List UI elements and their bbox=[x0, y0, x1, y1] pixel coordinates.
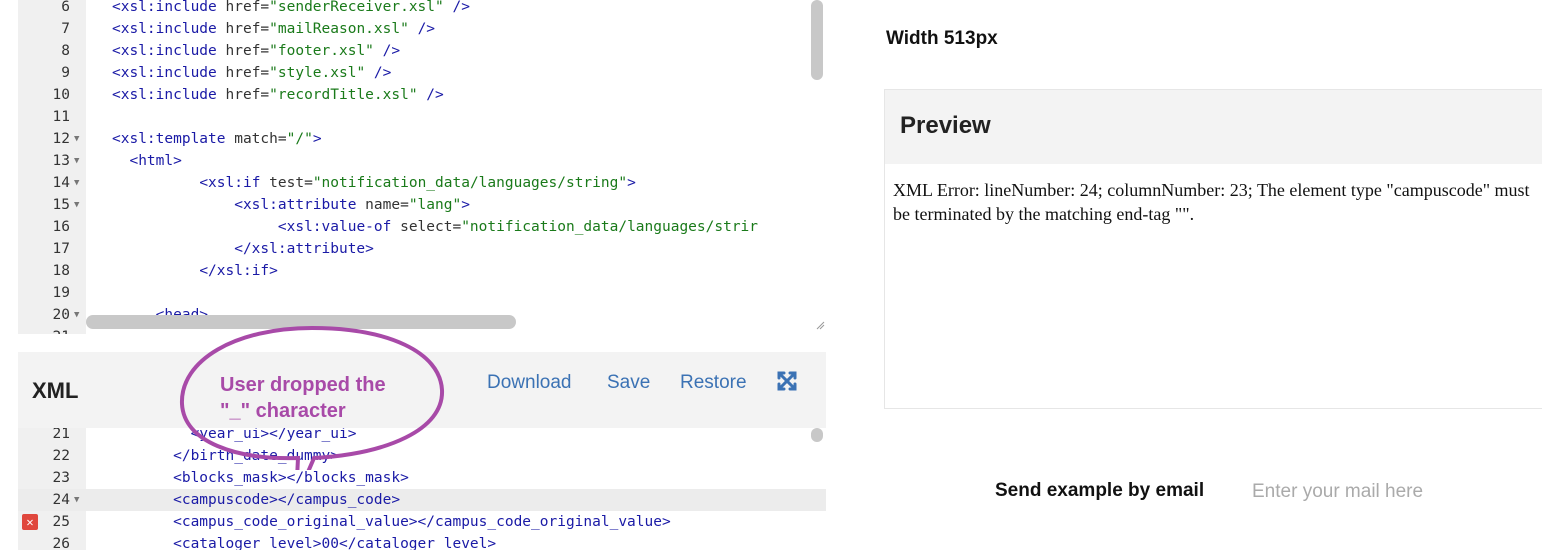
xsl-code-line: 7 <xsl:include href="mailReason.xsl" /> bbox=[18, 18, 808, 40]
code-text: <xsl:attribute name="lang"> bbox=[234, 197, 470, 213]
line-number: 20 bbox=[52, 307, 70, 323]
code-text: <xsl:include href="mailReason.xsl" /> bbox=[112, 21, 436, 37]
preview-error-message: XML Error: lineNumber: 24; columnNumber:… bbox=[893, 180, 1530, 224]
line-number: 21 bbox=[52, 428, 70, 442]
code-text: <blocks_mask></blocks_mask> bbox=[112, 470, 409, 486]
xml-panel-title: XML bbox=[32, 378, 79, 403]
code-text: </xsl:attribute> bbox=[234, 241, 374, 257]
fold-toggle-icon[interactable]: ▼ bbox=[74, 128, 79, 150]
download-button[interactable]: Download bbox=[487, 372, 572, 394]
line-number: 13 bbox=[52, 153, 70, 169]
line-number: 15 bbox=[52, 197, 70, 213]
xsl-code-line: 18 </xsl:if> bbox=[18, 260, 808, 282]
code-text: <xsl:value-of select="notification_data/… bbox=[277, 219, 759, 235]
code-text: <xsl:include href="style.xsl" /> bbox=[112, 65, 392, 81]
line-number: 6 bbox=[61, 0, 70, 15]
line-number: 25 bbox=[52, 514, 70, 530]
xsl-code-line: 8 <xsl:include href="footer.xsl" /> bbox=[18, 40, 808, 62]
annotation-text: User dropped the "_" character bbox=[218, 372, 418, 424]
email-input[interactable] bbox=[1252, 478, 1522, 506]
line-number: 9 bbox=[61, 65, 70, 81]
annotation-line-2: "_" character bbox=[220, 400, 346, 422]
fold-toggle-icon[interactable]: ▼ bbox=[74, 304, 79, 326]
code-text: <xsl:include href="footer.xsl" /> bbox=[112, 43, 401, 59]
save-button[interactable]: Save bbox=[607, 372, 650, 394]
line-number: 21 bbox=[18, 326, 70, 334]
line-number: 19 bbox=[52, 285, 70, 301]
line-number: 17 bbox=[52, 241, 70, 257]
fold-toggle-icon[interactable]: ▼ bbox=[74, 172, 79, 194]
xsl-code-editor[interactable]: 6 <xsl:include href="senderReceiver.xsl" … bbox=[18, 0, 826, 334]
preview-header: Preview bbox=[885, 90, 1542, 164]
line-number: 11 bbox=[52, 109, 70, 125]
preview-title: Preview bbox=[900, 112, 991, 139]
line-number: 12 bbox=[52, 131, 70, 147]
line-number: 7 bbox=[61, 21, 70, 37]
line-number: 24 bbox=[52, 492, 70, 508]
fold-toggle-icon[interactable]: ▼ bbox=[74, 326, 79, 334]
xsl-vertical-scrollbar[interactable] bbox=[811, 0, 823, 80]
code-text: <html> bbox=[129, 153, 182, 169]
line-number: 14 bbox=[52, 175, 70, 191]
xsl-code-line: 12 ▼ <xsl:template match="/"> bbox=[18, 128, 808, 150]
line-number: 10 bbox=[52, 87, 70, 103]
send-example-label: Send example by email bbox=[995, 480, 1205, 501]
code-text: <campuscode></campus_code> bbox=[112, 492, 401, 508]
xsl-code-line: 6 <xsl:include href="senderReceiver.xsl" … bbox=[18, 0, 808, 18]
xsl-code-line: 14 ▼ <xsl:if test="notification_data/lang… bbox=[18, 172, 808, 194]
fold-toggle-icon[interactable]: ▼ bbox=[74, 194, 79, 216]
code-text: <campus_code_original_value></campus_cod… bbox=[112, 514, 671, 530]
line-number: 23 bbox=[52, 470, 70, 486]
line-number: 18 bbox=[52, 263, 70, 279]
fullscreen-icon[interactable] bbox=[776, 370, 798, 392]
xsl-code-line: 19 bbox=[18, 282, 808, 304]
line-number: 16 bbox=[52, 219, 70, 235]
code-text: <cataloger_level>00</cataloger_level> bbox=[112, 536, 497, 550]
fold-toggle-icon[interactable]: ▼ bbox=[74, 489, 79, 511]
xsl-code-line: 16 <xsl:value-of select="notification_da… bbox=[18, 216, 808, 238]
code-text: <xsl:template match="/"> bbox=[112, 131, 322, 147]
code-text: <xsl:include href="senderReceiver.xsl" /… bbox=[112, 0, 470, 15]
xsl-code-line: 11 bbox=[18, 106, 808, 128]
width-label: Width 513px bbox=[886, 28, 998, 49]
line-number: 22 bbox=[52, 448, 70, 464]
xml-code-line: 25 <campus_code_original_value></campus_… bbox=[18, 511, 808, 533]
fold-toggle-icon[interactable]: ▼ bbox=[74, 150, 79, 172]
code-text: </xsl:if> bbox=[199, 263, 278, 279]
xsl-code-line: 15 ▼ <xsl:attribute name="lang"> bbox=[18, 194, 808, 216]
code-text: <xsl:include href="recordTitle.xsl" /> bbox=[112, 87, 444, 103]
code-text: <xsl:if test="notification_data/language… bbox=[199, 175, 636, 191]
xml-code-line: 23 <blocks_mask></blocks_mask> bbox=[18, 467, 808, 489]
xsl-code-line: 10 <xsl:include href="recordTitle.xsl" /> bbox=[18, 84, 808, 106]
xml-vertical-scrollbar[interactable] bbox=[811, 428, 823, 442]
resize-grip-icon[interactable] bbox=[815, 320, 825, 330]
xml-code-line: 26 <cataloger_level>00</cataloger_level> bbox=[18, 533, 808, 550]
xml-code-line: 24 ▼ <campuscode></campus_code> bbox=[18, 489, 808, 511]
restore-button[interactable]: Restore bbox=[680, 372, 747, 394]
line-number: 8 bbox=[61, 43, 70, 59]
xsl-code-line: 9 <xsl:include href="style.xsl" /> bbox=[18, 62, 808, 84]
xsl-code-line: 17 </xsl:attribute> bbox=[18, 238, 808, 260]
line-number: 26 bbox=[52, 536, 70, 550]
xsl-code-line: 13 ▼ <html> bbox=[18, 150, 808, 172]
annotation-line-1: User dropped the bbox=[220, 374, 386, 396]
preview-panel: Preview XML Error: lineNumber: 24; colum… bbox=[884, 89, 1542, 409]
